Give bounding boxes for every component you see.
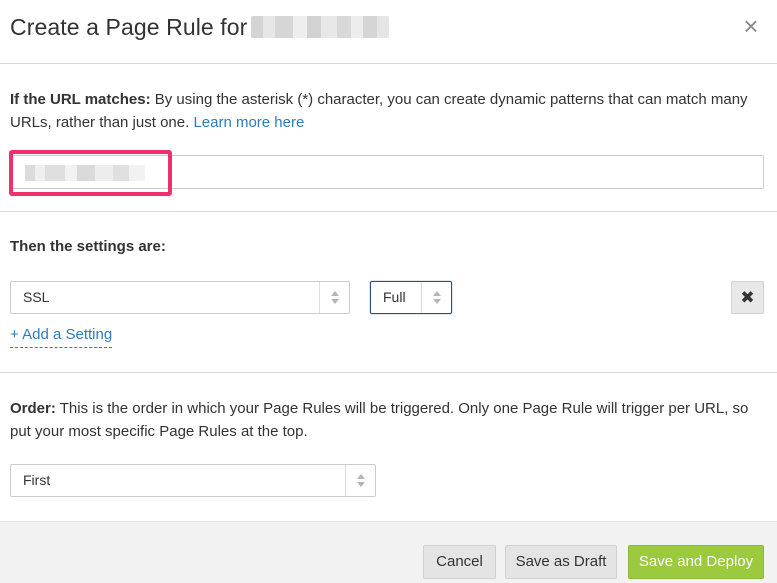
arrow-up-icon [357, 474, 365, 479]
modal-header: Create a Page Rule for × [0, 0, 777, 64]
select-arrows-icon [421, 282, 451, 313]
url-match-label: If the URL matches: [10, 91, 151, 108]
url-match-section: If the URL matches: By using the asteris… [0, 65, 777, 212]
setting-type-value: SSL [23, 289, 50, 305]
order-label: Order: [10, 400, 56, 417]
save-deploy-button[interactable]: Save and Deploy [628, 545, 764, 579]
setting-value-value: Full [383, 289, 406, 305]
setting-value-select[interactable]: Full [370, 281, 452, 314]
arrow-up-icon [433, 291, 441, 296]
order-section: Order: This is the order in which your P… [0, 374, 777, 521]
order-text: This is the order in which your Page Rul… [10, 400, 749, 440]
remove-setting-button[interactable]: ✖ [731, 281, 764, 314]
redacted-domain [251, 16, 390, 38]
order-description: Order: This is the order in which your P… [10, 397, 760, 443]
modal-title-text: Create a Page Rule for [10, 14, 248, 40]
arrow-down-icon [357, 482, 365, 487]
close-icon[interactable]: × [737, 12, 765, 40]
url-input-container [10, 155, 764, 189]
page-rule-modal: Create a Page Rule for × If the URL matc… [0, 0, 777, 583]
cancel-button[interactable]: Cancel [423, 545, 496, 579]
add-setting-link[interactable]: + Add a Setting [10, 326, 113, 348]
save-draft-button[interactable]: Save as Draft [505, 545, 617, 579]
arrow-up-icon [331, 291, 339, 296]
modal-footer: Cancel Save as Draft Save and Deploy [0, 521, 777, 583]
settings-heading: Then the settings are: [10, 238, 166, 255]
redacted-url-value [25, 165, 145, 181]
select-arrows-icon [319, 282, 349, 313]
select-arrows-icon [345, 465, 375, 496]
arrow-down-icon [433, 299, 441, 304]
learn-more-link[interactable]: Learn more here [193, 114, 304, 131]
order-select[interactable]: First [10, 464, 376, 497]
modal-title: Create a Page Rule for [10, 14, 390, 41]
setting-type-select[interactable]: SSL [10, 281, 350, 314]
order-select-value: First [23, 472, 51, 488]
url-match-description: If the URL matches: By using the asteris… [10, 88, 760, 134]
settings-section: Then the settings are: SSL Full ✖ + Add … [0, 213, 777, 373]
arrow-down-icon [331, 299, 339, 304]
